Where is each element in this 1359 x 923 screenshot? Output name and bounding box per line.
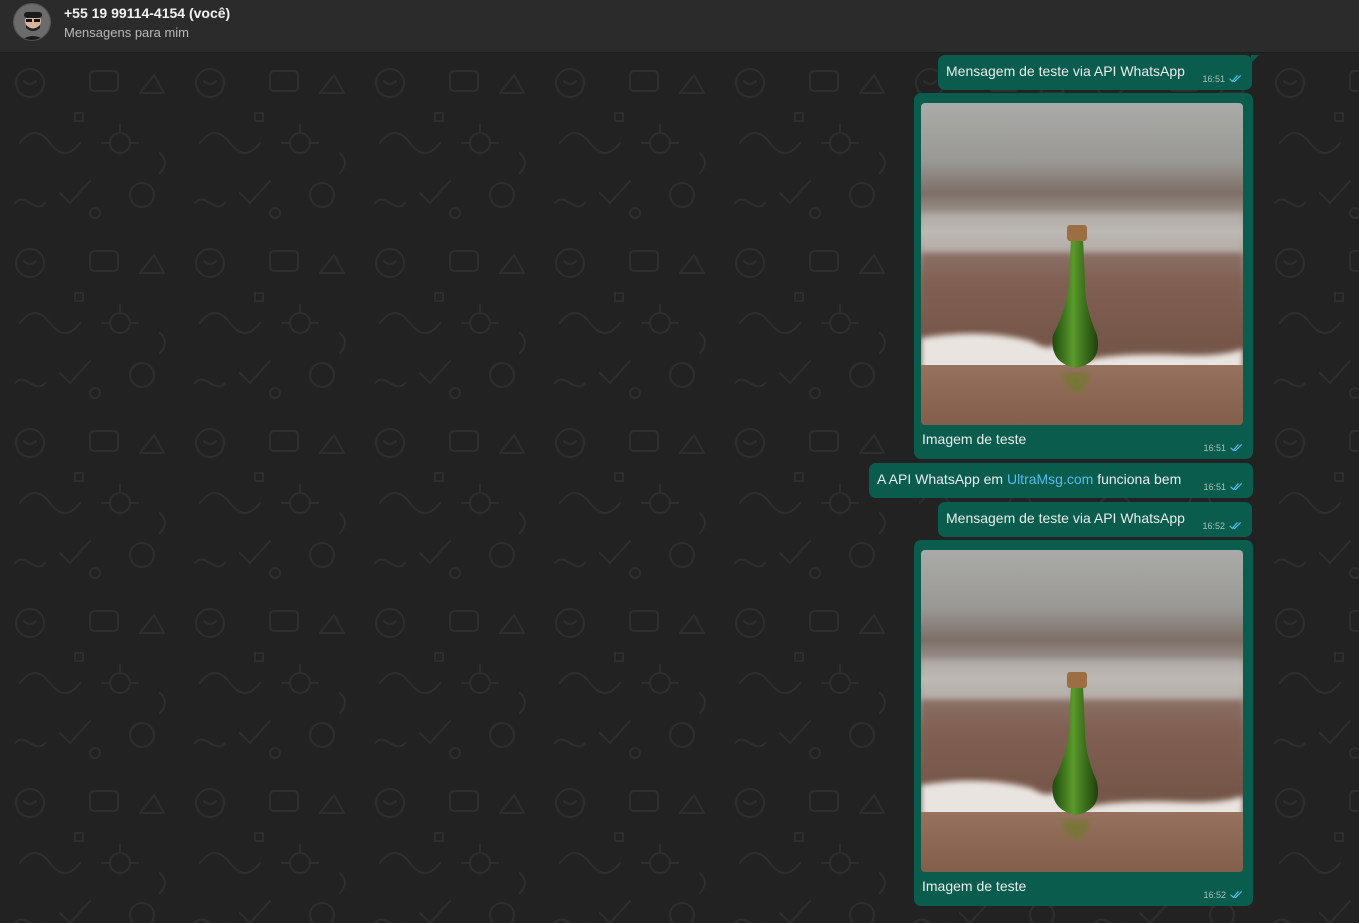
message-time: 16:51 <box>1203 443 1226 453</box>
message-bubble[interactable]: Mensagem de teste via API WhatsApp 16:51 <box>938 55 1259 90</box>
message-image[interactable] <box>921 103 1243 425</box>
double-check-icon <box>1229 522 1241 530</box>
bottle-on-beach-image <box>921 550 1243 872</box>
image-message-bubble[interactable]: Imagem de teste 16:51 <box>914 93 1253 459</box>
image-message-bubble[interactable]: Imagem de teste 16:52 <box>914 540 1253 906</box>
image-caption: Imagem de teste <box>922 878 1027 894</box>
message-image[interactable] <box>921 550 1243 872</box>
avatar-icon <box>14 4 50 40</box>
message-meta: 16:52 <box>1203 890 1243 900</box>
ultramsg-link[interactable]: UltraMsg.com <box>1007 471 1093 487</box>
double-check-icon <box>1230 891 1242 899</box>
whatsapp-chat-window: +55 19 99114-4154 (você) Mensagens para … <box>0 0 1359 923</box>
message-text: A API WhatsApp em UltraMsg.com funciona … <box>877 471 1181 487</box>
message-meta: 16:52 <box>1202 521 1242 531</box>
message-bubble[interactable]: A API WhatsApp em UltraMsg.com funciona … <box>869 463 1253 498</box>
message-text: Mensagem de teste via API WhatsApp <box>946 63 1185 79</box>
contact-avatar[interactable] <box>13 3 51 41</box>
message-bubble[interactable]: Mensagem de teste via API WhatsApp 16:52 <box>938 502 1252 537</box>
double-check-icon <box>1230 444 1242 452</box>
message-time: 16:52 <box>1203 890 1226 900</box>
message-text: Mensagem de teste via API WhatsApp <box>946 510 1185 526</box>
double-check-icon <box>1229 75 1241 83</box>
message-meta: 16:51 <box>1203 482 1243 492</box>
image-caption: Imagem de teste <box>922 431 1027 447</box>
contact-name[interactable]: +55 19 99114-4154 (você) <box>64 5 230 21</box>
contact-subtitle: Mensagens para mim <box>64 25 189 40</box>
bubble-tail <box>1251 55 1259 63</box>
message-time: 16:52 <box>1202 521 1225 531</box>
message-time: 16:51 <box>1203 482 1226 492</box>
message-meta: 16:51 <box>1203 443 1243 453</box>
message-meta: 16:51 <box>1202 74 1242 84</box>
bottle-on-beach-image <box>921 103 1243 425</box>
message-time: 16:51 <box>1202 74 1225 84</box>
double-check-icon <box>1230 483 1242 491</box>
message-text-after: funciona bem <box>1093 471 1182 487</box>
chat-header[interactable]: +55 19 99114-4154 (você) Mensagens para … <box>0 0 1359 53</box>
message-text-before: A API WhatsApp em <box>877 471 1007 487</box>
